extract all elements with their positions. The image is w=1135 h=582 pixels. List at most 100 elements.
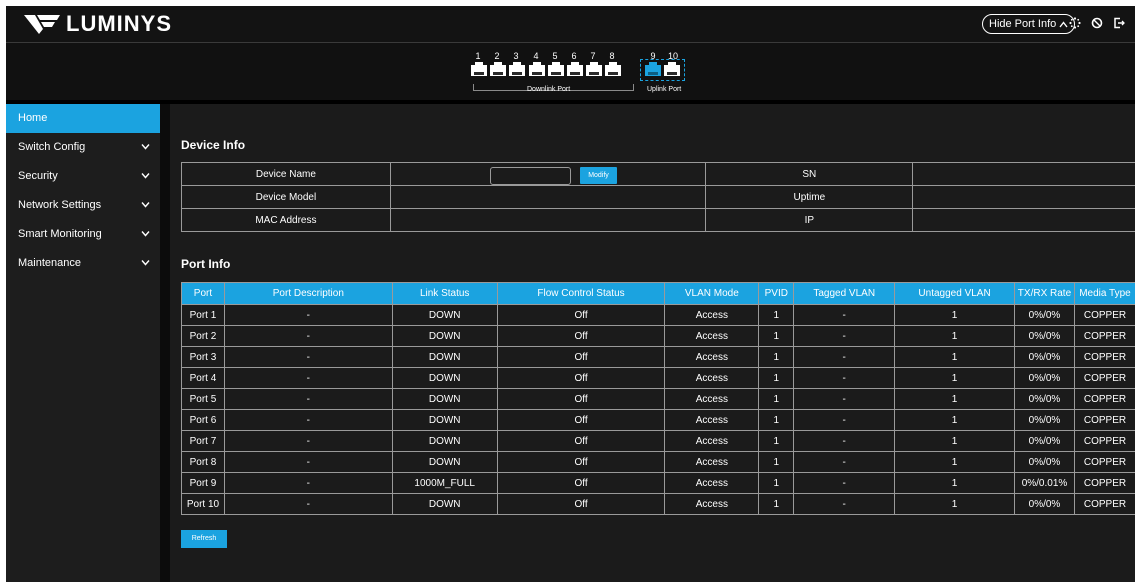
port-number: 6 [571, 51, 577, 61]
table-cell: 1 [894, 451, 1015, 473]
table-cell: COPPER [1073, 304, 1135, 326]
sidebar-item-label: Switch Config [18, 141, 86, 153]
port-number: 5 [552, 51, 558, 61]
chevron-down-icon [141, 162, 150, 191]
downlink-port-label: Downlink Port [527, 86, 571, 93]
table-cell: - [793, 304, 896, 326]
port-1-jack[interactable] [471, 62, 487, 76]
sidebar-item-label: Home [18, 112, 48, 124]
table-cell: DOWN [391, 388, 498, 410]
table-cell: 0%/0% [1014, 409, 1075, 431]
port-10-jack[interactable] [664, 62, 680, 76]
table-cell: Port 4 [181, 367, 225, 389]
device-info-title: Device Info [181, 138, 246, 152]
table-cell: 1 [894, 325, 1015, 347]
table-cell: - [223, 409, 393, 431]
sidebar: Home Switch Config Security Network Sett… [6, 104, 160, 582]
table-cell: - [223, 388, 393, 410]
table-cell: Off [496, 451, 666, 473]
table-cell: DOWN [391, 346, 498, 368]
table-cell: 1 [894, 409, 1015, 431]
port-number: 7 [590, 51, 596, 61]
port-8-jack[interactable] [605, 62, 621, 76]
sidebar-item-maintenance[interactable]: Maintenance [6, 249, 160, 278]
table-cell: - [793, 409, 896, 431]
hide-port-info-button[interactable]: Hide Port Info [982, 14, 1076, 34]
main-content: Device Info Device Name SN Device Model … [170, 104, 1135, 582]
table-cell: DOWN [391, 409, 498, 431]
port-7-jack[interactable] [586, 62, 602, 76]
table-cell: 1 [758, 472, 795, 494]
brand-name: LUMINYS [66, 11, 172, 36]
settings-icon[interactable] [1089, 15, 1105, 31]
port-6-jack[interactable] [567, 62, 583, 76]
loading-icon[interactable] [1067, 15, 1083, 31]
table-cell: Off [496, 388, 666, 410]
sidebar-item-home[interactable]: Home [6, 104, 160, 133]
table-cell: 0%/0% [1014, 304, 1075, 326]
table-cell: 1 [758, 346, 795, 368]
table-cell: Off [496, 472, 666, 494]
table-cell: Port 9 [181, 472, 225, 494]
sidebar-item-security[interactable]: Security [6, 162, 160, 191]
column-header: Tagged VLAN [793, 282, 896, 305]
sidebar-item-label: Network Settings [18, 199, 102, 211]
table-cell: Access [664, 388, 760, 410]
table-cell: Access [664, 367, 760, 389]
table-cell: COPPER [1073, 430, 1135, 452]
sidebar-item-switch-config[interactable]: Switch Config [6, 133, 160, 162]
table-cell: Access [664, 451, 760, 473]
sidebar-item-network-settings[interactable]: Network Settings [6, 191, 160, 220]
table-cell: Access [664, 409, 760, 431]
port-2-jack[interactable] [490, 62, 506, 76]
table-cell: DOWN [391, 325, 498, 347]
table-cell: DOWN [391, 304, 498, 326]
sn-label: SN [705, 162, 914, 186]
table-cell: 1 [758, 451, 795, 473]
table-cell: 1 [758, 367, 795, 389]
sn-value [912, 162, 1135, 186]
table-cell: 0%/0% [1014, 346, 1075, 368]
table-row: Port 5- DOWN Off Access 1-1 0%/0% COPPER [181, 388, 1135, 410]
table-cell: Port 7 [181, 430, 225, 452]
table-cell: 0%/0% [1014, 430, 1075, 452]
table-cell: 1 [894, 367, 1015, 389]
table-cell: COPPER [1073, 493, 1135, 515]
port-9-jack[interactable] [645, 62, 661, 76]
table-cell: COPPER [1073, 409, 1135, 431]
sidebar-item-smart-monitoring[interactable]: Smart Monitoring [6, 220, 160, 249]
table-cell: - [793, 430, 896, 452]
modify-button[interactable]: Modify [580, 167, 617, 184]
table-row: Port 3- DOWN Off Access 1-1 0%/0% COPPER [181, 346, 1135, 368]
table-cell: Off [496, 430, 666, 452]
port-info-table: Port Port Description Link Status Flow C… [181, 282, 1135, 515]
table-cell: COPPER [1073, 388, 1135, 410]
table-cell: - [793, 388, 896, 410]
table-cell: - [793, 325, 896, 347]
table-cell: Off [496, 367, 666, 389]
table-cell: - [223, 367, 393, 389]
device-name-input[interactable] [490, 167, 571, 185]
column-header: PVID [758, 282, 795, 305]
table-cell: Port 8 [181, 451, 225, 473]
table-cell: DOWN [391, 451, 498, 473]
table-cell: COPPER [1073, 346, 1135, 368]
logout-icon[interactable] [1111, 15, 1127, 31]
table-cell: Port 3 [181, 346, 225, 368]
port-number: 2 [494, 51, 500, 61]
port-3-jack[interactable] [509, 62, 525, 76]
table-cell: COPPER [1073, 367, 1135, 389]
table-cell: DOWN [391, 367, 498, 389]
table-row: Port 1- DOWN Off Access 1-1 0%/0% COPPER [181, 304, 1135, 326]
port-5-jack[interactable] [548, 62, 564, 76]
table-cell: 1 [894, 304, 1015, 326]
sidebar-divider [160, 104, 170, 582]
table-cell: Access [664, 493, 760, 515]
column-header: Flow Control Status [496, 282, 666, 305]
table-cell: Off [496, 346, 666, 368]
table-cell: COPPER [1073, 472, 1135, 494]
ip-value [912, 208, 1135, 232]
table-cell: 1 [894, 430, 1015, 452]
refresh-button[interactable]: Refresh [181, 530, 227, 548]
port-4-jack[interactable] [529, 62, 545, 76]
